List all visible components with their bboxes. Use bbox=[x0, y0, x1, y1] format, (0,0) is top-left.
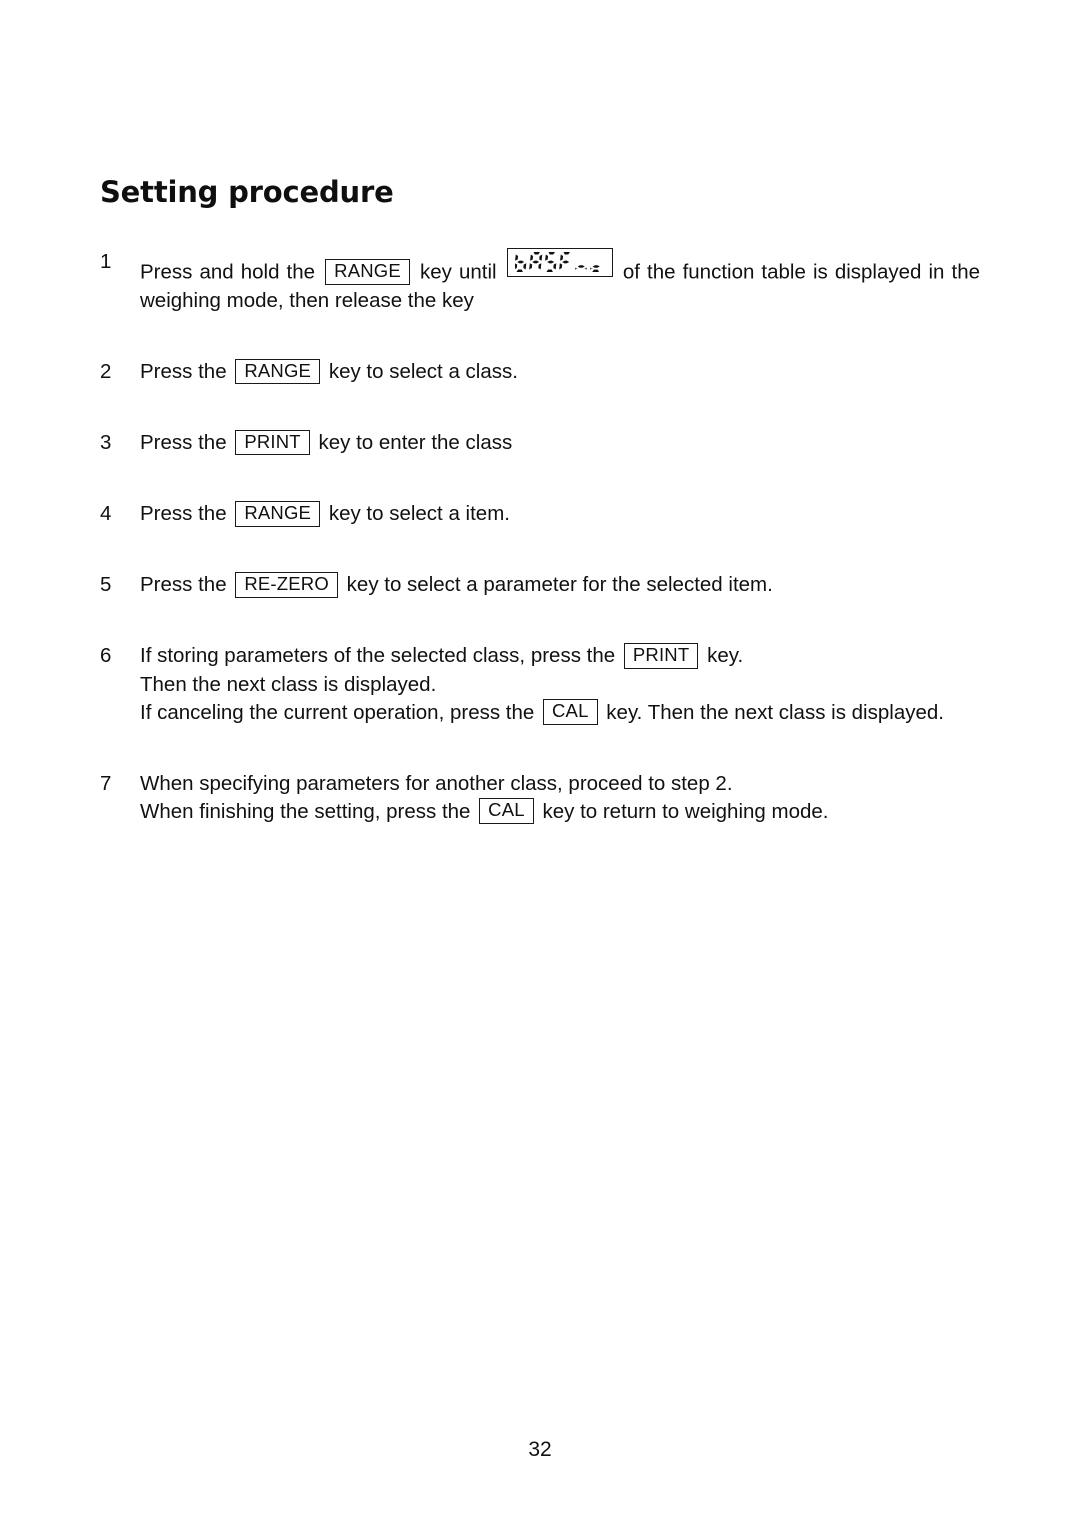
step-line: When specifying parameters for another c… bbox=[140, 770, 980, 798]
lcd-readout-basfnc bbox=[506, 248, 613, 278]
step-line: When finishing the setting, press the CA… bbox=[140, 798, 980, 826]
step-text: key to select a parameter for the select… bbox=[346, 573, 773, 597]
procedure-step: 1 Press and hold the RANGE key until of t… bbox=[100, 248, 980, 315]
step-number: 6 bbox=[100, 644, 112, 668]
page-content: Setting procedure 1 Press and hold the RA… bbox=[100, 176, 980, 826]
step-text: key to select a class. bbox=[328, 360, 518, 384]
key-label-print[interactable]: PRINT bbox=[623, 642, 699, 669]
step-text: If canceling the current operation, pres… bbox=[140, 700, 535, 724]
step-line: Press the RANGE key to select a item. bbox=[140, 500, 980, 528]
step-number: 7 bbox=[100, 771, 112, 795]
step-text: key. Then the next class is displayed. bbox=[606, 700, 944, 724]
procedure-step: 6 If storing parameters of the selected c… bbox=[100, 642, 980, 726]
step-line: Press the RANGE key to select a class. bbox=[140, 358, 980, 386]
step-number: 5 bbox=[100, 573, 112, 597]
procedure-step: 7 When specifying parameters for another … bbox=[100, 770, 980, 826]
procedure-step: 3 Press the PRINT key to enter the class bbox=[100, 429, 980, 457]
step-number: 2 bbox=[100, 360, 112, 384]
step-text: key to return to weighing mode. bbox=[542, 799, 829, 823]
step-line: Then the next class is displayed. bbox=[140, 671, 980, 699]
page-number: 32 bbox=[528, 1438, 552, 1461]
procedure-step: 5 Press the RE-ZERO key to select a param… bbox=[100, 571, 980, 599]
key-label-range[interactable]: RANGE bbox=[235, 500, 321, 527]
step-line: If canceling the current operation, pres… bbox=[140, 699, 980, 727]
step-text: key until bbox=[420, 260, 497, 284]
step-text: Press the bbox=[140, 502, 227, 526]
step-body: Press the RANGE key to select a item. bbox=[140, 500, 980, 528]
procedure-step: 4 Press the RANGE key to select a item. bbox=[100, 500, 980, 528]
procedure-step: 2 Press the RANGE key to select a class. bbox=[100, 358, 980, 386]
step-number: 1 bbox=[100, 250, 112, 274]
key-label-re-zero[interactable]: RE-ZERO bbox=[235, 571, 338, 598]
key-label-cal[interactable]: CAL bbox=[479, 798, 534, 824]
step-text: Press the bbox=[140, 573, 227, 597]
step-line: Press the RE-ZERO key to select a parame… bbox=[140, 571, 980, 599]
step-text: key to enter the class bbox=[318, 431, 513, 455]
step-body: When specifying parameters for another c… bbox=[140, 770, 980, 826]
step-number: 4 bbox=[100, 502, 112, 526]
step-body: Press the RE-ZERO key to select a parame… bbox=[140, 571, 980, 599]
step-text: Press the bbox=[140, 360, 227, 384]
key-label-cal[interactable]: CAL bbox=[543, 699, 598, 725]
step-line: Press and hold the RANGE key until of th… bbox=[140, 248, 980, 315]
step-text: key to select a item. bbox=[328, 502, 510, 526]
page-title: Setting procedure bbox=[100, 175, 394, 209]
step-text: If storing parameters of the selected cl… bbox=[140, 644, 616, 668]
step-body: Press the PRINT key to enter the class bbox=[140, 429, 980, 457]
step-text: Press and hold the bbox=[140, 260, 316, 284]
step-line: Press the PRINT key to enter the class bbox=[140, 429, 980, 457]
step-text: When finishing the setting, press the bbox=[140, 799, 471, 823]
document-page: Setting procedure 1 Press and hold the RA… bbox=[0, 0, 1080, 1527]
step-text: Press the bbox=[140, 431, 227, 455]
step-text: Then the next class is displayed. bbox=[140, 672, 437, 696]
step-text: When specifying parameters for another c… bbox=[140, 771, 733, 795]
step-body: Press and hold the RANGE key until of th… bbox=[140, 248, 980, 315]
key-label-range[interactable]: RANGE bbox=[235, 358, 321, 385]
setting-procedure-step-list: 1 Press and hold the RANGE key until of t… bbox=[100, 248, 980, 825]
step-line: If storing parameters of the selected cl… bbox=[140, 642, 980, 670]
key-label-range[interactable]: RANGE bbox=[325, 259, 410, 286]
step-number: 3 bbox=[100, 431, 112, 455]
key-label-print[interactable]: PRINT bbox=[235, 429, 310, 456]
step-body: Press the RANGE key to select a class. bbox=[140, 358, 980, 386]
step-body: If storing parameters of the selected cl… bbox=[140, 642, 980, 726]
step-text: key. bbox=[707, 644, 744, 668]
